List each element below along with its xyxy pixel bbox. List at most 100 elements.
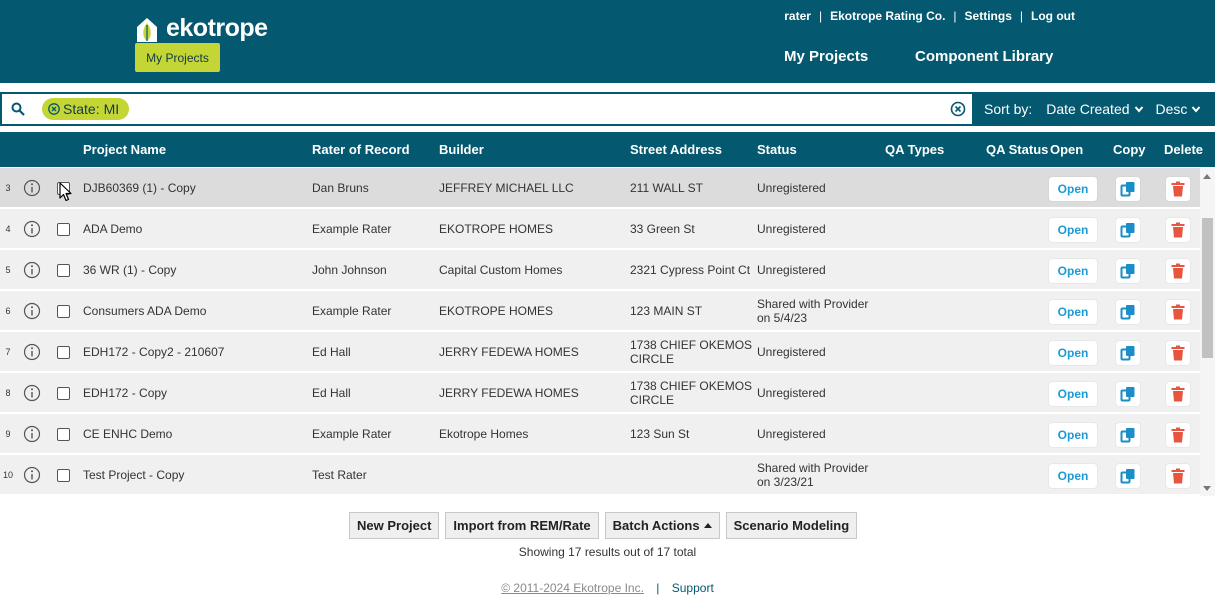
table-row[interactable]: 3 DJB60369 (1) - Copy Dan Bruns JEFFREY … [0, 168, 1200, 208]
open-button[interactable]: Open [1049, 382, 1097, 406]
logout-link[interactable]: Log out [1031, 9, 1075, 23]
row-checkbox[interactable] [57, 387, 70, 400]
delete-button[interactable] [1166, 300, 1190, 324]
nav-component-library[interactable]: Component Library [915, 48, 1053, 65]
scroll-thumb[interactable] [1202, 218, 1213, 358]
copy-button[interactable] [1116, 300, 1140, 324]
trash-icon [1171, 222, 1185, 238]
project-name: EDH172 - Copy [83, 386, 168, 400]
row-number: 9 [5, 429, 11, 439]
delete-button[interactable] [1166, 464, 1190, 488]
info-icon[interactable] [23, 302, 41, 320]
info-icon[interactable] [23, 343, 41, 361]
col-qa-status[interactable]: QA Status [986, 142, 1048, 157]
sort-direction-dropdown[interactable]: Desc [1156, 101, 1202, 117]
row-number: 8 [5, 388, 11, 398]
row-checkbox[interactable] [57, 305, 70, 318]
table-row[interactable]: 4 ADA Demo Example Rater EKOTROPE HOMES … [0, 209, 1200, 249]
row-checkbox[interactable] [57, 428, 70, 441]
batch-actions-button[interactable]: Batch Actions [604, 512, 720, 539]
open-button[interactable]: Open [1049, 464, 1097, 488]
builder-name: JERRY FEDEWA HOMES [439, 345, 579, 359]
scenario-modeling-button[interactable]: Scenario Modeling [725, 512, 858, 539]
street-address: 33 Green St [630, 222, 695, 236]
open-button[interactable]: Open [1049, 341, 1097, 365]
ekotrope-logo[interactable]: ekotrope [134, 14, 268, 43]
copyright-link[interactable]: © 2011-2024 Ekotrope Inc. [501, 581, 644, 595]
info-icon[interactable] [23, 261, 41, 279]
row-checkbox[interactable] [57, 469, 70, 482]
row-checkbox[interactable] [57, 223, 70, 236]
info-icon[interactable] [23, 384, 41, 402]
copy-button[interactable] [1116, 218, 1140, 242]
table-row[interactable]: 6 Consumers ADA Demo Example Rater EKOTR… [0, 291, 1200, 331]
company-link[interactable]: Ekotrope Rating Co. [830, 9, 945, 23]
col-project-name[interactable]: Project Name [83, 142, 166, 157]
info-icon[interactable] [23, 179, 41, 197]
support-link[interactable]: Support [672, 581, 714, 595]
col-rater[interactable]: Rater of Record [312, 142, 410, 157]
delete-button[interactable] [1166, 259, 1190, 283]
rater-name: Ed Hall [312, 386, 351, 400]
new-project-button[interactable]: New Project [349, 512, 440, 539]
table-scrollbar[interactable] [1200, 168, 1215, 496]
builder-name: Capital Custom Homes [439, 263, 563, 277]
table-row[interactable]: 10 Test Project - Copy Test Rater Shared… [0, 455, 1200, 495]
project-name: EDH172 - Copy2 - 210607 [83, 345, 225, 359]
table-row[interactable]: 9 CE ENHC Demo Example Rater Ekotrope Ho… [0, 414, 1200, 454]
project-name: DJB60369 (1) - Copy [83, 181, 196, 195]
table-row[interactable]: 5 36 WR (1) - Copy John Johnson Capital … [0, 250, 1200, 290]
col-address[interactable]: Street Address [630, 142, 722, 157]
rater-name: Example Rater [312, 304, 392, 318]
delete-button[interactable] [1166, 382, 1190, 406]
table-row[interactable]: 7 EDH172 - Copy2 - 210607 Ed Hall JERRY … [0, 332, 1200, 372]
open-button[interactable]: Open [1049, 423, 1097, 447]
builder-name: EKOTROPE HOMES [439, 304, 554, 318]
project-status: Unregistered [757, 386, 826, 400]
my-projects-badge[interactable]: My Projects [135, 43, 220, 72]
user-name-link[interactable]: rater [784, 9, 811, 23]
link-separator: | [953, 9, 957, 23]
copy-button[interactable] [1116, 464, 1140, 488]
copy-button[interactable] [1116, 259, 1140, 283]
open-button[interactable]: Open [1049, 259, 1097, 283]
search-input[interactable]: State: MI [0, 92, 972, 126]
table-row[interactable]: 8 EDH172 - Copy Ed Hall JERRY FEDEWA HOM… [0, 373, 1200, 413]
clear-search-icon[interactable] [950, 101, 966, 117]
open-button[interactable]: Open [1049, 300, 1097, 324]
filter-chip-value: MI [103, 101, 120, 117]
search-bar: State: MI Sort by: Date Created Desc [0, 92, 1215, 126]
open-button[interactable]: Open [1049, 177, 1097, 201]
copy-button[interactable] [1116, 177, 1140, 201]
row-checkbox[interactable] [57, 346, 70, 359]
scroll-up-icon[interactable] [1203, 174, 1211, 179]
street-address [630, 455, 755, 495]
sort-field-dropdown[interactable]: Date Created [1046, 101, 1143, 117]
delete-button[interactable] [1166, 218, 1190, 242]
info-icon[interactable] [23, 466, 41, 484]
open-button[interactable]: Open [1049, 218, 1097, 242]
delete-button[interactable] [1166, 423, 1190, 447]
action-bar: New Project Import from REM/Rate Batch A… [349, 512, 858, 539]
row-number: 6 [5, 306, 11, 316]
info-icon[interactable] [23, 425, 41, 443]
col-builder[interactable]: Builder [439, 142, 484, 157]
scroll-down-icon[interactable] [1203, 486, 1211, 491]
col-open: Open [1050, 142, 1084, 157]
info-icon[interactable] [23, 220, 41, 238]
filter-chip-state[interactable]: State: MI [42, 98, 130, 120]
nav-my-projects[interactable]: My Projects [784, 48, 868, 65]
col-status[interactable]: Status [757, 142, 797, 157]
sort-controls: Sort by: Date Created Desc [972, 92, 1215, 126]
copy-button[interactable] [1116, 382, 1140, 406]
import-remrate-button[interactable]: Import from REM/Rate [445, 512, 599, 539]
col-qa-types[interactable]: QA Types [885, 142, 944, 157]
copy-button[interactable] [1116, 341, 1140, 365]
copy-button[interactable] [1116, 423, 1140, 447]
delete-button[interactable] [1166, 341, 1190, 365]
row-checkbox[interactable] [57, 264, 70, 277]
page-footer: © 2011-2024 Ekotrope Inc. | Support [0, 581, 1215, 595]
remove-filter-icon[interactable] [48, 103, 60, 115]
delete-button[interactable] [1166, 177, 1190, 201]
settings-link[interactable]: Settings [965, 9, 1012, 23]
